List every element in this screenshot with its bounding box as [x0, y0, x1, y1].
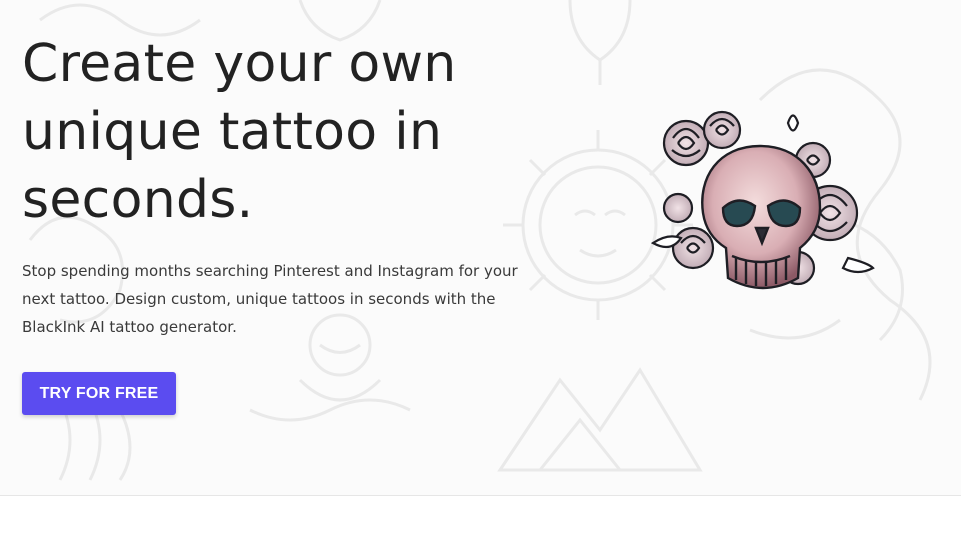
hero-headline: Create your own unique tattoo in seconds… — [22, 34, 457, 230]
hero-subtext: Stop spending months searching Pinterest… — [22, 262, 518, 336]
skull-roses-tattoo-icon — [650, 110, 875, 290]
try-for-free-button[interactable]: TRY FOR FREE — [22, 372, 176, 415]
section-divider — [0, 495, 961, 496]
hero-section: Create your own unique tattoo in seconds… — [0, 0, 961, 495]
